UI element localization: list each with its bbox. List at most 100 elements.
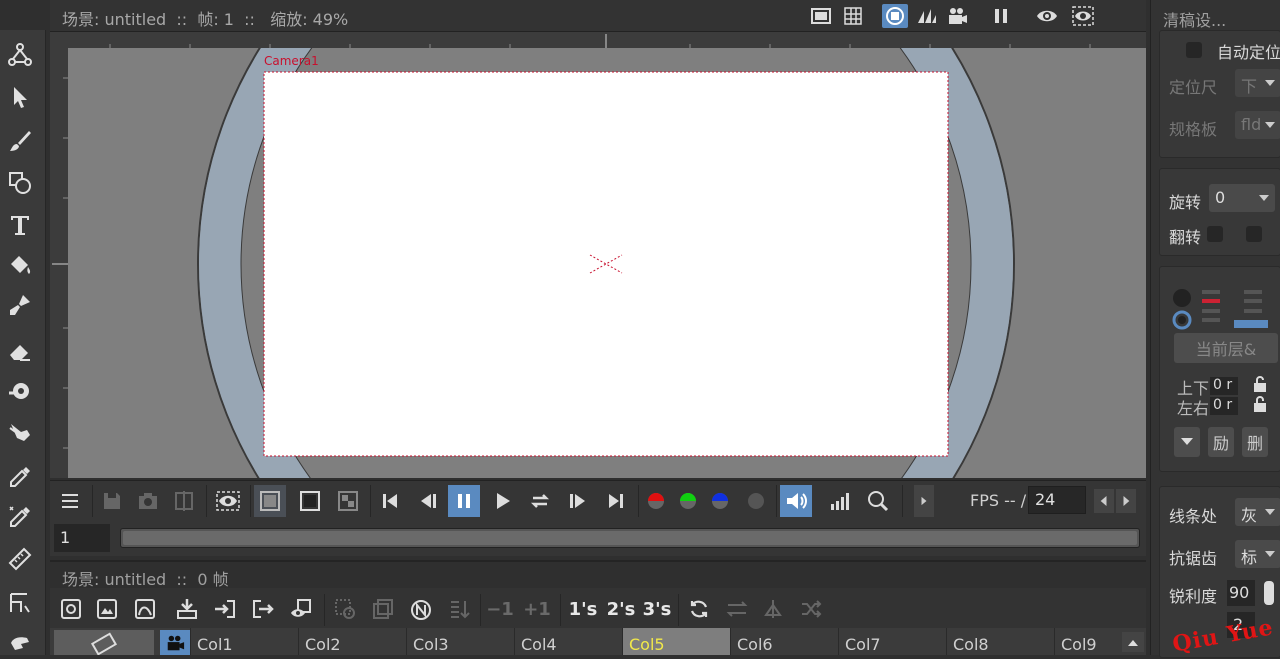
left-right-field[interactable]: 0 r xyxy=(1210,397,1238,415)
column-header-col6[interactable]: Col6 xyxy=(730,628,838,655)
sharpness-slider-handle[interactable] xyxy=(1264,581,1274,605)
last-frame-icon[interactable] xyxy=(600,485,632,517)
blue-channel-icon[interactable] xyxy=(704,485,736,517)
fps-down-icon[interactable] xyxy=(1094,489,1114,513)
frame-slider[interactable] xyxy=(120,528,1140,548)
expand-dropdown-button[interactable] xyxy=(1174,427,1200,457)
table-grid-icon[interactable] xyxy=(840,4,866,28)
save-icon[interactable] xyxy=(96,485,128,517)
load-level-icon[interactable] xyxy=(172,594,202,624)
geometric-tool-icon[interactable] xyxy=(5,168,35,198)
fill-cells-icon[interactable] xyxy=(444,594,474,624)
preview-frames-icon[interactable] xyxy=(286,594,316,624)
bg-white-icon[interactable] xyxy=(254,485,286,517)
unlock-icon[interactable] xyxy=(1252,395,1268,413)
style-picker-icon[interactable] xyxy=(5,462,35,492)
tape-tool-icon[interactable] xyxy=(5,376,35,406)
new-memo-icon[interactable] xyxy=(406,594,436,624)
3d-view-icon[interactable] xyxy=(914,4,940,28)
sharpness-field[interactable]: 90 xyxy=(1227,580,1255,606)
current-layer-button[interactable]: 当前层& xyxy=(1174,333,1278,363)
step-1-button[interactable]: 1's xyxy=(566,594,600,624)
swing-icon[interactable] xyxy=(722,594,752,624)
flip-h-checkbox[interactable] xyxy=(1207,226,1223,242)
column-header-col3[interactable]: Col3 xyxy=(406,628,514,655)
flip-v-checkbox[interactable] xyxy=(1246,226,1262,242)
green-channel-icon[interactable] xyxy=(672,485,704,517)
camera-view-icon[interactable] xyxy=(944,4,970,28)
expand-right-icon[interactable] xyxy=(914,485,934,517)
finger-tool-icon[interactable] xyxy=(5,416,35,446)
column-header-col7[interactable]: Col7 xyxy=(838,628,946,655)
bg-black-icon[interactable] xyxy=(294,485,326,517)
new-vector-level-icon[interactable] xyxy=(56,594,86,624)
brush-tool-icon[interactable] xyxy=(5,126,35,156)
column-header-col5[interactable]: Col5 xyxy=(622,628,730,655)
preview-toggle-icon[interactable] xyxy=(882,4,908,28)
scroll-up-icon[interactable] xyxy=(1122,632,1144,652)
pause-button[interactable] xyxy=(448,485,480,517)
line-processing-select[interactable]: 灰 xyxy=(1235,498,1280,526)
fps-up-icon[interactable] xyxy=(1116,489,1136,513)
prev-frame-icon[interactable] xyxy=(412,485,444,517)
peg-select[interactable]: 下 xyxy=(1235,69,1280,97)
column-header-col1[interactable]: Col1 xyxy=(190,628,298,655)
type-tool-icon[interactable] xyxy=(5,210,35,240)
paint-brush-tool-icon[interactable] xyxy=(5,290,35,320)
antialias-select[interactable]: 标 xyxy=(1235,540,1280,568)
snapshot-icon[interactable] xyxy=(132,485,164,517)
eye-icon[interactable] xyxy=(1034,4,1060,28)
clone-icon[interactable] xyxy=(368,594,398,624)
step-2-button[interactable]: 2's xyxy=(604,594,638,624)
top-bottom-field[interactable]: 0 r xyxy=(1210,377,1238,395)
red-channel-icon[interactable] xyxy=(640,485,672,517)
sound-icon[interactable] xyxy=(780,485,812,517)
alpha-channel-icon[interactable] xyxy=(740,485,772,517)
hand-tool-icon[interactable] xyxy=(5,626,35,656)
random-icon[interactable] xyxy=(796,594,826,624)
skeleton-tool-icon[interactable] xyxy=(5,588,35,618)
freeze-icon[interactable] xyxy=(988,4,1014,28)
column-header-col8[interactable]: Col8 xyxy=(946,628,1054,655)
frame-field[interactable]: 1 xyxy=(54,524,110,552)
delete-button[interactable]: 删 xyxy=(1242,427,1268,457)
reframe-icon[interactable] xyxy=(684,594,714,624)
eye-frame-toggle-icon[interactable] xyxy=(212,485,244,517)
export-icon[interactable] xyxy=(248,594,278,624)
peg-hole-selector-icon[interactable] xyxy=(1172,287,1280,332)
zoom-icon[interactable] xyxy=(862,485,894,517)
fps-input[interactable]: 24 xyxy=(1028,486,1086,514)
compare-icon[interactable] xyxy=(168,485,200,517)
column-header-col2[interactable]: Col2 xyxy=(298,628,406,655)
camera-stand-view-icon[interactable] xyxy=(808,4,834,28)
decrease-step-button[interactable]: −1 xyxy=(486,594,514,624)
field-select[interactable]: fld xyxy=(1235,111,1280,139)
camera-column-toggle[interactable] xyxy=(54,630,154,656)
bg-checker-icon[interactable] xyxy=(332,485,364,517)
duplicate-drawing-icon[interactable] xyxy=(330,594,360,624)
next-frame-icon[interactable] xyxy=(562,485,594,517)
rotate-select[interactable]: 0 xyxy=(1209,184,1275,212)
play-button[interactable] xyxy=(486,485,518,517)
animate-tool-icon[interactable] xyxy=(5,40,35,70)
fill-tool-icon[interactable] xyxy=(5,250,35,280)
column-header-col4[interactable]: Col4 xyxy=(514,628,622,655)
step-3-button[interactable]: 3's xyxy=(640,594,674,624)
new-raster-level-icon[interactable] xyxy=(92,594,122,624)
rgb-picker-icon[interactable] xyxy=(5,502,35,532)
histogram-icon[interactable] xyxy=(824,485,856,517)
auto-position-checkbox[interactable] xyxy=(1186,42,1202,58)
new-toonz-raster-level-icon[interactable] xyxy=(130,594,160,624)
import-icon[interactable] xyxy=(210,594,240,624)
viewport[interactable]: Camera1 xyxy=(68,48,1146,478)
loop-icon[interactable] xyxy=(524,485,556,517)
ruler-tool-icon[interactable] xyxy=(5,544,35,574)
menu-icon[interactable] xyxy=(54,485,86,517)
lock-icon[interactable] xyxy=(1252,375,1268,393)
column-header-col9[interactable]: Col9 xyxy=(1054,628,1120,655)
selection-tool-icon[interactable] xyxy=(5,82,35,112)
add-button[interactable]: 励 xyxy=(1208,427,1234,457)
increase-step-button[interactable]: +1 xyxy=(522,594,552,624)
eye-frame-icon[interactable] xyxy=(1070,4,1096,28)
first-frame-icon[interactable] xyxy=(374,485,406,517)
